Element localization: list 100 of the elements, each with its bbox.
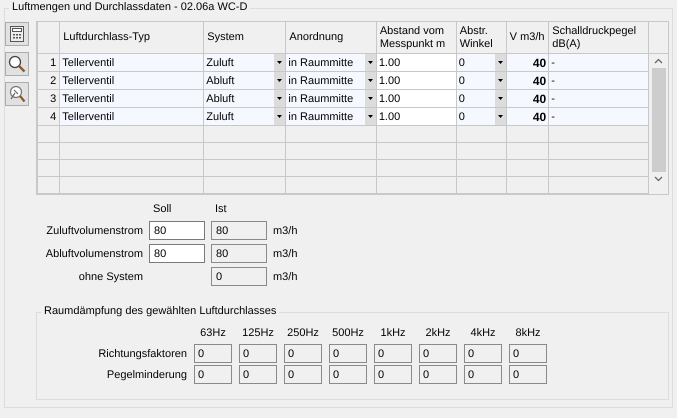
band-label: 250Hz bbox=[286, 327, 320, 341]
dropdown-arrow-icon bbox=[277, 79, 282, 82]
table-cell: 1.00 bbox=[376, 108, 456, 126]
column-header: Luftdurchlass-Typ bbox=[60, 22, 204, 54]
readonly-field[interactable]: 0 bbox=[211, 267, 267, 286]
arrangement-dropdown[interactable]: in Raummitte bbox=[286, 90, 376, 107]
dropdown-arrow-icon bbox=[277, 61, 282, 64]
ist-label: Ist bbox=[214, 203, 228, 217]
system-dropdown[interactable]: Zuluft bbox=[204, 54, 286, 71]
system-dropdown[interactable]: Zuluft bbox=[204, 108, 286, 125]
group-title: Luftmengen und Durchlassdaten - 02.06a WC-D bbox=[9, 1, 250, 13]
angle-dropdown[interactable]: 0 bbox=[456, 108, 506, 125]
table-cell: 40 bbox=[506, 90, 549, 108]
readonly-field[interactable]: 0 bbox=[194, 344, 232, 363]
table-cell: 1.00 bbox=[376, 90, 456, 108]
unit-label: m3/h bbox=[273, 248, 298, 260]
table-cell: 40 bbox=[506, 108, 549, 126]
dropdown-arrow-icon bbox=[498, 61, 503, 64]
system-dropdown[interactable]: Abluft bbox=[204, 90, 286, 107]
band-label: 4kHz bbox=[469, 327, 497, 341]
row-number: 3 bbox=[38, 90, 60, 108]
row-label: Pegelminderung bbox=[106, 368, 187, 380]
angle-dropdown[interactable]: 0 bbox=[456, 90, 506, 107]
dropdown-arrow-icon bbox=[277, 115, 282, 118]
readonly-field[interactable]: 0 bbox=[329, 344, 367, 363]
pin-magnifier-icon bbox=[8, 85, 26, 103]
column-header: Abstand vom Messpunkt m bbox=[376, 22, 456, 54]
calculator-icon bbox=[10, 26, 24, 42]
readonly-field[interactable]: 0 bbox=[329, 365, 367, 384]
readonly-field[interactable]: 80 bbox=[211, 221, 267, 240]
readonly-field[interactable]: 80 bbox=[211, 244, 267, 263]
scroll-up-icon[interactable] bbox=[654, 58, 664, 64]
column-header: Schalldruckpegel dB(A) bbox=[548, 22, 649, 54]
field-label: ohne System bbox=[78, 270, 143, 282]
readonly-field[interactable]: 0 bbox=[374, 344, 412, 363]
dropdown-arrow-icon bbox=[277, 97, 282, 100]
band-label: 2kHz bbox=[424, 327, 452, 341]
band-label: 125Hz bbox=[241, 327, 275, 341]
column-header: Abstr. Winkel bbox=[456, 22, 506, 54]
dropdown-arrow-icon bbox=[498, 97, 503, 100]
table-cell: - bbox=[548, 90, 649, 108]
dropdown-arrow-icon bbox=[368, 97, 373, 100]
arrangement-dropdown[interactable]: in Raummitte bbox=[286, 54, 376, 71]
row-number: 2 bbox=[38, 72, 60, 90]
dropdown-arrow-icon bbox=[368, 115, 373, 118]
field-label: Zuluftvolumenstrom bbox=[45, 224, 143, 236]
column-header: System bbox=[204, 22, 286, 54]
calculator-button[interactable] bbox=[5, 22, 29, 46]
table-cell: Tellerventil bbox=[60, 72, 204, 90]
table-cell: 40 bbox=[506, 54, 549, 72]
unit-label: m3/h bbox=[273, 224, 298, 236]
search-icon bbox=[8, 55, 26, 73]
row-label: Richtungsfaktoren bbox=[97, 348, 187, 360]
dropdown-arrow-icon bbox=[368, 61, 373, 64]
readonly-field[interactable]: 0 bbox=[194, 365, 232, 384]
readonly-field[interactable]: 0 bbox=[239, 365, 277, 384]
table-cell: 1.00 bbox=[376, 72, 456, 90]
readonly-field[interactable]: 0 bbox=[284, 365, 322, 384]
band-label: 500Hz bbox=[331, 327, 365, 341]
dropdown-arrow-icon bbox=[498, 79, 503, 82]
readonly-field[interactable]: 0 bbox=[419, 344, 457, 363]
table-cell: 1.00 bbox=[376, 54, 456, 72]
arrangement-dropdown[interactable]: in Raummitte bbox=[286, 72, 376, 89]
input-field[interactable]: 80 bbox=[149, 244, 205, 263]
row-number: 1 bbox=[38, 54, 60, 72]
soll-label: Soll bbox=[152, 203, 172, 217]
readonly-field[interactable]: 0 bbox=[509, 344, 547, 363]
table-cell: - bbox=[548, 108, 649, 126]
unit-label: m3/h bbox=[273, 270, 298, 282]
scrollbar-thumb[interactable] bbox=[652, 68, 666, 172]
readonly-field[interactable]: 0 bbox=[419, 365, 457, 384]
table-cell: Tellerventil bbox=[60, 54, 204, 72]
table-cell: - bbox=[548, 54, 649, 72]
band-label: 8kHz bbox=[514, 327, 542, 341]
column-header: Anordnung bbox=[286, 22, 376, 54]
readonly-field[interactable]: 0 bbox=[374, 365, 412, 384]
input-field[interactable]: 80 bbox=[149, 221, 205, 240]
group-title: Raumdämpfung des gewählten Luftdurchlasses bbox=[41, 305, 280, 317]
band-label: 63Hz bbox=[199, 327, 227, 341]
dropdown-arrow-icon bbox=[368, 79, 373, 82]
table-cell: Tellerventil bbox=[60, 90, 204, 108]
table-cell: - bbox=[548, 72, 649, 90]
angle-dropdown[interactable]: 0 bbox=[456, 54, 506, 71]
pin-search-button[interactable] bbox=[5, 82, 29, 106]
dropdown-arrow-icon bbox=[498, 115, 503, 118]
band-label: 1kHz bbox=[379, 327, 407, 341]
field-label: Abluftvolumenstrom bbox=[44, 248, 143, 260]
angle-dropdown[interactable]: 0 bbox=[456, 72, 506, 89]
arrangement-dropdown[interactable]: in Raummitte bbox=[286, 108, 376, 125]
search-button[interactable] bbox=[5, 52, 29, 76]
readonly-field[interactable]: 0 bbox=[464, 365, 502, 384]
row-number: 4 bbox=[38, 108, 60, 126]
readonly-field[interactable]: 0 bbox=[464, 344, 502, 363]
readonly-field[interactable]: 0 bbox=[239, 344, 277, 363]
system-dropdown[interactable]: Abluft bbox=[204, 72, 286, 89]
table-cell: 40 bbox=[506, 72, 549, 90]
column-header: V m3/h bbox=[506, 22, 549, 54]
readonly-field[interactable]: 0 bbox=[509, 365, 547, 384]
readonly-field[interactable]: 0 bbox=[284, 344, 322, 363]
scroll-down-icon[interactable] bbox=[654, 176, 664, 182]
